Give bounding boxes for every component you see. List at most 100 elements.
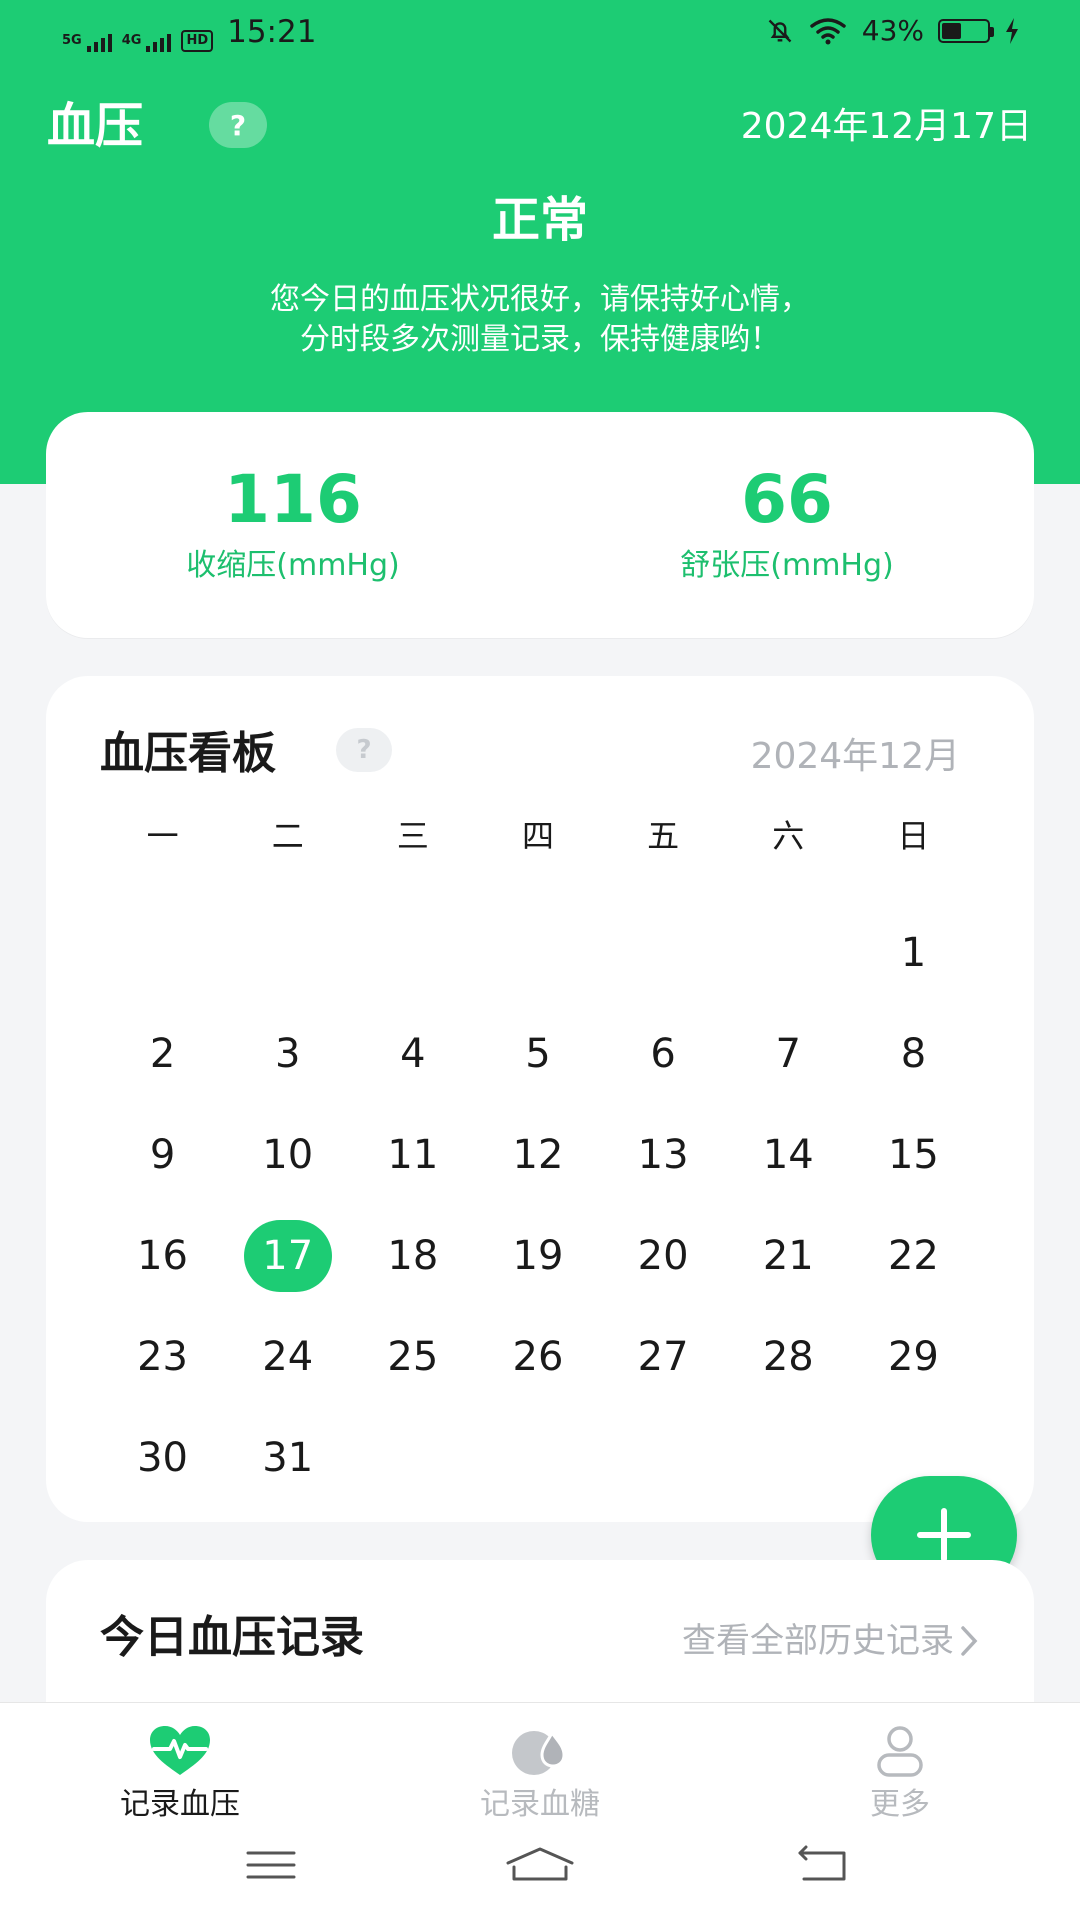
systolic-reading: 116 收缩压(mmHg) (46, 412, 540, 586)
calendar-day[interactable]: 23 (100, 1306, 225, 1407)
calendar-day[interactable]: 8 (851, 1003, 976, 1104)
signal-5g-label: 5G (62, 33, 82, 48)
calendar-day-selected[interactable]: 17 (225, 1205, 350, 1306)
calendar-day[interactable]: 15 (851, 1104, 976, 1205)
calendar-day-number: 17 (243, 1219, 332, 1292)
weekday-header: 一二三四五六日 (100, 814, 976, 858)
weekday-label: 三 (396, 817, 429, 855)
back-icon[interactable] (796, 1845, 850, 1885)
weekday-label: 四 (521, 817, 554, 855)
bp-reading-card: 116 收缩压(mmHg) 66 舒张压(mmHg) (46, 412, 1034, 638)
status-bar: 5G 4G HD 15:21 43% (0, 0, 1080, 66)
calendar-day[interactable]: 5 (475, 1003, 600, 1104)
calendar-title: 血压看板 (100, 728, 276, 779)
calendar-day[interactable]: 11 (350, 1104, 475, 1205)
calendar-day[interactable]: 28 (726, 1306, 851, 1407)
calendar-day-number: 15 (887, 1131, 939, 1178)
calendar-day-number: 26 (512, 1333, 564, 1380)
calendar-day-number: 18 (387, 1232, 439, 1279)
tab-record-bp[interactable]: 记录血压 (50, 1725, 310, 1825)
wifi-icon (810, 17, 846, 44)
calendar-empty-cell (350, 902, 475, 1003)
tab-more[interactable]: 更多 (770, 1725, 1030, 1825)
calendar-day[interactable]: 20 (601, 1205, 726, 1306)
weekday-label: 一 (146, 817, 179, 855)
calendar-day-number: 3 (274, 1030, 301, 1077)
calendar-day-number: 29 (887, 1333, 939, 1380)
view-history-link[interactable]: 查看全部历史记录 (682, 1618, 980, 1664)
calendar-day[interactable]: 14 (726, 1104, 851, 1205)
calendar-day[interactable]: 1 (851, 902, 976, 1003)
help-button[interactable]: ? (209, 102, 267, 148)
today-records-title: 今日血压记录 (100, 1612, 364, 1663)
calendar-day-number: 7 (775, 1030, 801, 1077)
diastolic-reading: 66 舒张压(mmHg) (540, 412, 1034, 586)
status-time: 15:21 (227, 14, 317, 50)
calendar-day-number: 9 (149, 1131, 176, 1178)
tab-record-glucose[interactable]: 记录血糖 (410, 1725, 670, 1825)
calendar-day-number: 4 (400, 1030, 426, 1077)
bottom-navigation: 记录血压 记录血糖 更多 (0, 1702, 1080, 1921)
calendar-day[interactable]: 3 (225, 1003, 350, 1104)
calendar-day-number: 20 (637, 1232, 689, 1279)
calendar-day-number: 10 (262, 1131, 314, 1178)
calendar-day[interactable]: 13 (601, 1104, 726, 1205)
calendar-day-number: 30 (137, 1434, 189, 1481)
calendar-day[interactable]: 10 (225, 1104, 350, 1205)
calendar-day-number: 31 (262, 1434, 314, 1481)
calendar-day[interactable]: 16 (100, 1205, 225, 1306)
calendar-day[interactable]: 27 (601, 1306, 726, 1407)
calendar-day[interactable]: 2 (100, 1003, 225, 1104)
hd-voice-icon: HD (181, 30, 214, 52)
view-history-label: 查看全部历史记录 (682, 1621, 954, 1661)
calendar-day[interactable]: 21 (726, 1205, 851, 1306)
systolic-value: 116 (224, 461, 362, 538)
calendar-day-number: 21 (762, 1232, 814, 1279)
calendar-day[interactable]: 30 (100, 1407, 225, 1508)
calendar-day[interactable]: 31 (225, 1407, 350, 1508)
battery-percent: 43% (861, 14, 924, 47)
calendar-empty-cell (475, 902, 600, 1003)
weekday-label: 二 (271, 817, 304, 855)
calendar-day-number: 5 (525, 1030, 551, 1077)
calendar-empty-cell (100, 902, 225, 1003)
menu-icon[interactable] (244, 1845, 298, 1885)
calendar-day[interactable]: 26 (475, 1306, 600, 1407)
diastolic-label: 舒张压(mmHg) (680, 548, 894, 583)
calendar-day[interactable]: 24 (225, 1306, 350, 1407)
calendar-help-button[interactable]: ? (336, 728, 392, 772)
calendar-day[interactable]: 22 (851, 1205, 976, 1306)
bp-calendar-card: 血压看板 ? 2024年12月 一二三四五六日 1 2 3 4 5 6 7 8 9 10 11 12 1… (46, 676, 1034, 1522)
tab-more-label: 更多 (870, 1787, 930, 1822)
calendar-day[interactable]: 6 (601, 1003, 726, 1104)
heart-pulse-icon (150, 1726, 210, 1775)
calendar-empty-cell (601, 902, 726, 1003)
calendar-day[interactable]: 4 (350, 1003, 475, 1104)
calendar-day-number: 6 (650, 1030, 676, 1077)
calendar-day-number: 8 (900, 1030, 927, 1077)
calendar-day[interactable]: 29 (851, 1306, 976, 1407)
calendar-day[interactable]: 9 (100, 1104, 225, 1205)
diastolic-value: 66 (741, 461, 833, 538)
status-desc-line-1: 您今日的血压状况很好，请保持好心情， (270, 282, 810, 317)
calendar-day[interactable]: 25 (350, 1306, 475, 1407)
page-title: 血压 (47, 98, 144, 154)
home-icon[interactable] (504, 1845, 576, 1885)
charging-bolt-icon (1006, 17, 1018, 44)
calendar-day-number: 27 (637, 1333, 689, 1380)
calendar-day-number: 24 (262, 1333, 314, 1380)
tab-record-bp-label: 记录血压 (120, 1787, 240, 1822)
user-icon (877, 1726, 923, 1777)
bp-status-word: 正常 (491, 192, 588, 248)
chevron-right-icon (961, 1626, 978, 1656)
calendar-grid: 1 2 3 4 5 6 7 8 9 10 11 12 13 14 15 16 17 18 19 20 21 22 23 24 2… (100, 902, 976, 1508)
calendar-day-number: 14 (762, 1131, 814, 1178)
calendar-day[interactable]: 7 (726, 1003, 851, 1104)
calendar-day[interactable]: 19 (475, 1205, 600, 1306)
calendar-day[interactable]: 18 (350, 1205, 475, 1306)
calendar-day[interactable]: 12 (475, 1104, 600, 1205)
calendar-month[interactable]: 2024年12月 (751, 734, 960, 780)
battery-level (942, 22, 961, 39)
calendar-day-number: 22 (887, 1232, 939, 1279)
header-date: 2024年12月17日 (740, 106, 1032, 147)
